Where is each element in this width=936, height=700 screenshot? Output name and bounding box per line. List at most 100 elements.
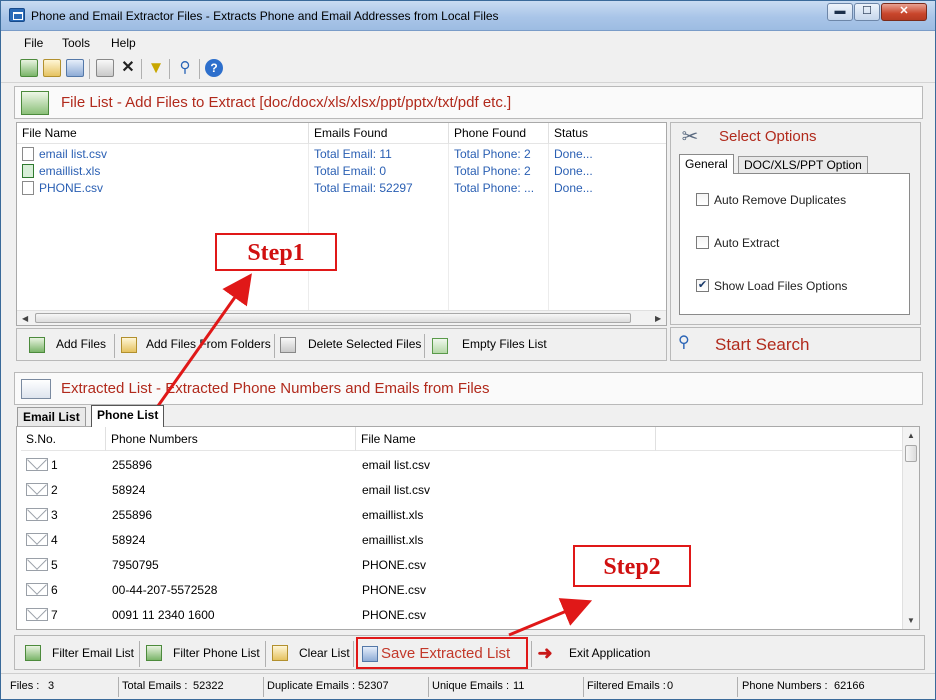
add-folder-tool-icon[interactable] xyxy=(43,59,61,77)
clear-list-label: Clear List xyxy=(299,646,350,660)
mail-icon xyxy=(26,458,48,471)
filter-tool-icon[interactable]: ▼ xyxy=(147,59,165,77)
phone-cell: 58924 xyxy=(112,483,146,497)
filter-phone-icon xyxy=(146,645,162,661)
add-files-label: Add Files xyxy=(56,337,107,351)
menu-help[interactable]: Help xyxy=(111,36,136,50)
file-list-header: File List - Add Files to Extract [doc/do… xyxy=(14,86,923,119)
file-list-hscrollbar[interactable]: ◀ ▶ xyxy=(17,310,666,325)
add-files-tool-icon[interactable] xyxy=(20,59,38,77)
close-button[interactable]: ✕ xyxy=(881,3,927,21)
recycle-icon xyxy=(432,338,448,354)
checkbox-label: Auto Extract xyxy=(714,236,780,250)
step1-annotation: Step1 xyxy=(215,233,337,271)
col-sno[interactable]: S.No. xyxy=(21,427,106,451)
scroll-left-icon[interactable]: ◀ xyxy=(22,314,28,323)
file-list-title: File List - Add Files to Extract [doc/do… xyxy=(61,94,512,111)
csv-file-icon xyxy=(22,147,34,161)
phone-cell: 7950795 xyxy=(112,558,159,572)
extracted-list-header: Extracted List - Extracted Phone Numbers… xyxy=(14,372,923,405)
mail-icon xyxy=(26,508,48,521)
col-file-name[interactable]: File Name xyxy=(17,123,309,144)
checkbox-box-checked[interactable]: ✔ xyxy=(696,279,709,292)
folder-icon xyxy=(121,337,137,353)
scroll-right-icon[interactable]: ▶ xyxy=(655,314,661,323)
minimize-button[interactable]: ▬ xyxy=(827,3,853,21)
sno-cell: 1 xyxy=(51,458,58,472)
col-emails-found[interactable]: Emails Found xyxy=(309,123,449,144)
extracted-buttons-bar: Filter Email List Filter Phone List Clea… xyxy=(14,635,925,670)
phones-cell: Total Phone: 2 xyxy=(454,164,531,178)
delete-selected-tool-icon[interactable] xyxy=(96,59,114,77)
delete-file-icon xyxy=(280,337,296,353)
col-status[interactable]: Status xyxy=(549,123,666,144)
status-unique-emails-value: 11 xyxy=(513,680,525,692)
emails-cell: Total Email: 0 xyxy=(314,164,387,178)
title-bar: Phone and Email Extractor Files - Extrac… xyxy=(1,1,935,31)
tab-email-list[interactable]: Email List xyxy=(17,407,86,427)
file-cell: PHONE.csv xyxy=(362,558,427,572)
save-extracted-list-button[interactable]: Save Extracted List xyxy=(356,637,528,669)
emails-cell: Total Email: 52297 xyxy=(314,181,413,195)
checkbox-box[interactable] xyxy=(696,236,709,249)
tab-doc-xls-ppt-option[interactable]: DOC/XLS/PPT Option xyxy=(738,156,868,174)
file-list-table[interactable]: File Name Emails Found Phone Found Statu… xyxy=(16,122,667,326)
sno-cell: 6 xyxy=(51,583,58,597)
sno-cell: 7 xyxy=(51,608,58,622)
mail-icon xyxy=(26,533,48,546)
extracted-list-title: Extracted List - Extracted Phone Numbers… xyxy=(61,380,490,397)
add-file-header-icon xyxy=(21,91,49,115)
mail-icon xyxy=(26,583,48,596)
select-options-panel: ✂ Select Options General DOC/XLS/PPT Opt… xyxy=(670,122,921,325)
vscroll-thumb[interactable] xyxy=(905,445,917,462)
extracted-phone-table[interactable]: S.No. Phone Numbers File Name 1 255896 e… xyxy=(16,426,920,630)
status-phone-numbers-value: 62166 xyxy=(834,680,865,692)
status-duplicate-emails-label: Duplicate Emails : xyxy=(267,680,356,692)
status-duplicate-emails-value: 52307 xyxy=(358,680,389,692)
scroll-down-icon[interactable]: ▼ xyxy=(907,616,915,625)
sno-cell: 2 xyxy=(51,483,58,497)
col-phone-numbers[interactable]: Phone Numbers xyxy=(106,427,356,451)
toolbar: ✕ ▼ ⚲ ? xyxy=(1,55,935,83)
checkbox-box[interactable] xyxy=(696,193,709,206)
col-phone-found[interactable]: Phone Found xyxy=(449,123,549,144)
filter-email-icon xyxy=(25,645,41,661)
start-search-button[interactable]: ⚲ Start Search xyxy=(670,327,921,361)
scroll-up-icon[interactable]: ▲ xyxy=(907,431,915,440)
sno-cell: 5 xyxy=(51,558,58,572)
menu-bar: File Tools Help xyxy=(1,32,935,54)
checkbox-label: Show Load Files Options xyxy=(714,279,848,293)
file-cell: PHONE.csv xyxy=(362,608,427,622)
maximize-button[interactable]: ☐ xyxy=(854,3,880,21)
search-tool-icon[interactable]: ⚲ xyxy=(176,59,194,77)
hscroll-thumb[interactable] xyxy=(35,313,631,323)
status-files-label: Files : xyxy=(10,680,40,692)
search-icon: ⚲ xyxy=(678,334,690,351)
filter-phone-label: Filter Phone List xyxy=(173,646,260,660)
tab-general[interactable]: General xyxy=(679,154,734,174)
help-tool-icon[interactable]: ? xyxy=(205,59,223,77)
phone-cell: 00-44-207-5572528 xyxy=(112,583,218,597)
menu-file[interactable]: File xyxy=(24,36,43,50)
status-total-emails-label: Total Emails : xyxy=(122,680,188,692)
file-cell: emaillist.xls xyxy=(362,533,424,547)
save-extracted-label: Save Extracted List xyxy=(381,645,511,662)
remove-tool-icon[interactable]: ✕ xyxy=(119,59,137,77)
file-buttons-bar: Add Files Add Files From Folders Delete … xyxy=(16,328,667,361)
copy-tool-icon[interactable] xyxy=(66,59,84,77)
file-name-cell: emaillist.xls xyxy=(39,164,101,178)
select-options-title: Select Options xyxy=(719,128,817,145)
status-unique-emails-label: Unique Emails : xyxy=(432,680,510,692)
delete-selected-label: Delete Selected Files xyxy=(308,337,422,351)
general-tab-panel: Auto Remove Duplicates Auto Extract ✔ Sh… xyxy=(679,173,910,315)
mail-icon xyxy=(26,608,48,621)
col-file-name[interactable]: File Name xyxy=(356,427,656,451)
status-total-emails-value: 52322 xyxy=(193,680,224,692)
tab-phone-list[interactable]: Phone List xyxy=(91,405,165,427)
sno-cell: 3 xyxy=(51,508,58,522)
menu-tools[interactable]: Tools xyxy=(62,36,90,50)
file-cell: email list.csv xyxy=(362,483,431,497)
file-cell: emaillist.xls xyxy=(362,508,424,522)
status-files-value: 3 xyxy=(48,680,55,692)
extracted-vscrollbar[interactable]: ▲ ▼ xyxy=(902,427,919,629)
